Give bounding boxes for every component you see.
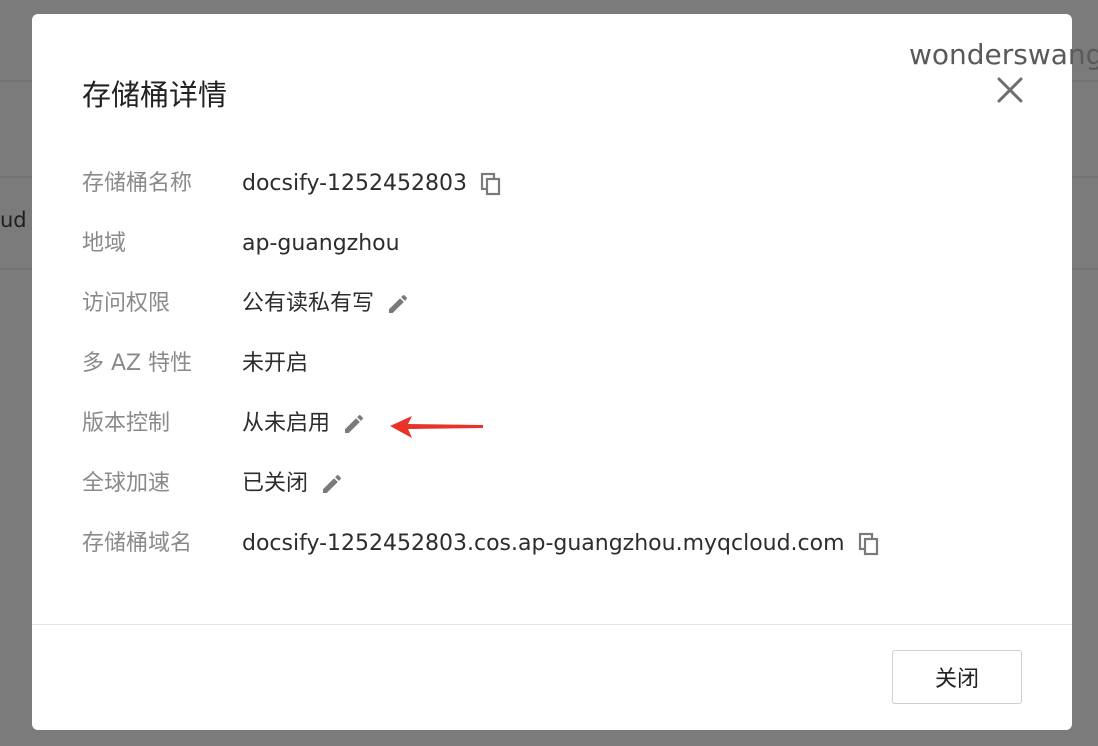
detail-value: 从未启用: [242, 411, 331, 436]
watermark: wonderswang: [909, 38, 1098, 71]
detail-row-bucket-domain: 存储桶域名 docsify-1252452803.cos.ap-guangzho…: [82, 527, 1042, 561]
detail-label: 访问权限: [82, 291, 171, 316]
bucket-details-dialog: wonderswang 存储桶详情 存储桶名称 docsify-12524528…: [32, 14, 1098, 730]
detail-value: 公有读私有写: [242, 291, 375, 316]
footer-divider: [32, 624, 1072, 625]
edit-icon[interactable]: [386, 292, 410, 316]
detail-row-access-permission: 访问权限 公有读私有写: [82, 287, 1042, 321]
detail-value: 已关闭: [242, 471, 309, 496]
detail-value-group: 公有读私有写: [242, 287, 410, 321]
close-button[interactable]: 关闭: [892, 650, 1022, 704]
detail-row-bucket-name: 存储桶名称 docsify-1252452803: [82, 167, 1042, 201]
detail-value-group: docsify-1252452803: [242, 167, 503, 201]
detail-label: 全球加速: [82, 471, 171, 496]
edit-icon[interactable]: [342, 412, 366, 436]
copy-icon[interactable]: [857, 532, 881, 556]
detail-value-group: 已关闭: [242, 467, 344, 501]
detail-row-region: 地域 ap-guangzhou: [82, 227, 1042, 261]
detail-value: docsify-1252452803.cos.ap-guangzhou.myqc…: [242, 531, 845, 556]
detail-label: 版本控制: [82, 411, 171, 436]
detail-value: ap-guangzhou: [242, 231, 400, 256]
edit-icon[interactable]: [320, 472, 344, 496]
detail-value-group: 未开启: [242, 347, 308, 381]
detail-value-group: docsify-1252452803.cos.ap-guangzhou.myqc…: [242, 527, 881, 561]
detail-row-multi-az: 多 AZ 特性 未开启: [82, 347, 1042, 381]
detail-label: 存储桶名称: [82, 171, 193, 196]
detail-value: docsify-1252452803: [242, 171, 467, 196]
background-partial-text: ud: [0, 208, 27, 232]
detail-value-group: 从未启用: [242, 407, 366, 441]
annotation-arrow-icon: [390, 416, 483, 438]
detail-row-global-acceleration: 全球加速 已关闭: [82, 467, 1042, 501]
detail-label: 地域: [82, 231, 127, 256]
detail-label: 多 AZ 特性: [82, 351, 193, 376]
close-icon[interactable]: [994, 74, 1026, 106]
detail-label: 存储桶域名: [82, 531, 193, 556]
detail-value-group: ap-guangzhou: [242, 227, 400, 261]
copy-icon[interactable]: [479, 172, 503, 196]
detail-value: 未开启: [242, 351, 309, 376]
detail-row-versioning: 版本控制 从未启用: [82, 407, 1042, 441]
dialog-title: 存储桶详情: [82, 78, 228, 112]
